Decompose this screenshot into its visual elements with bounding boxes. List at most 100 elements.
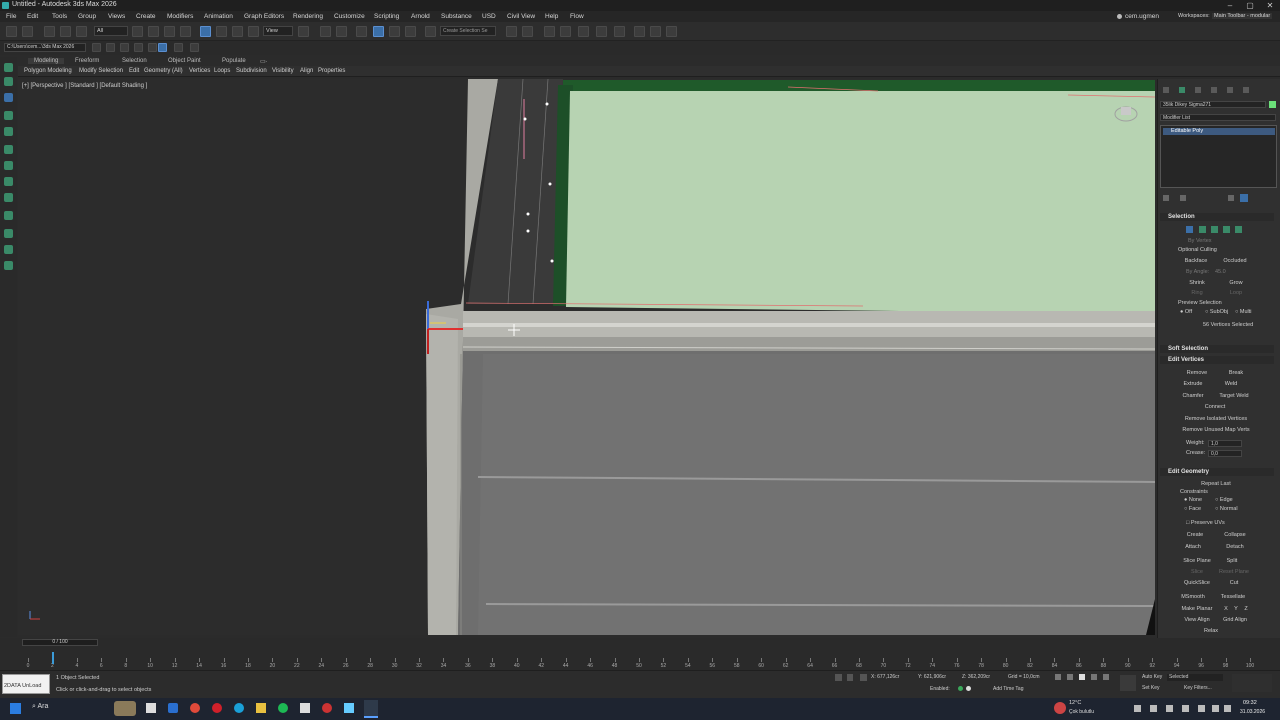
opera-icon[interactable]	[212, 703, 222, 713]
maximize-icon[interactable]: ▢	[1240, 0, 1260, 11]
rollout-selection[interactable]: Selection	[1160, 213, 1274, 221]
ribbon-polygon-modeling[interactable]: Polygon Modeling	[24, 68, 72, 74]
ribbon-geometry-all[interactable]: Geometry (All)	[144, 68, 183, 74]
absolute-mode-icon[interactable]	[860, 674, 867, 681]
slice-button[interactable]: Slice	[1180, 568, 1214, 576]
ribbon-loops[interactable]: Loops	[214, 68, 230, 74]
msmooth-button[interactable]: MSmooth	[1176, 593, 1210, 601]
freeze-icon[interactable]	[4, 145, 13, 154]
ring-button[interactable]: Ring	[1180, 289, 1214, 297]
element-mode-icon[interactable]	[1235, 226, 1242, 233]
create-button[interactable]: Create	[1178, 531, 1212, 539]
configure-sets-icon[interactable]	[1240, 194, 1248, 202]
menu-scripting[interactable]: Scripting	[374, 13, 399, 20]
track-bar[interactable]: 0 2 4 6 8 10 12 14 16 18 20 22 24 26 28 30 32 34 36 38 40 42 4…	[27, 646, 1254, 669]
weld-button[interactable]: Weld	[1214, 380, 1248, 388]
project-template-icon[interactable]	[148, 43, 157, 52]
widget-icon[interactable]	[114, 701, 136, 716]
backface-button[interactable]: Backface	[1178, 257, 1214, 265]
menu-customize[interactable]: Customize	[334, 13, 365, 20]
clock-date[interactable]: 31.03.2026	[1240, 709, 1265, 715]
ribbon-properties[interactable]: Properties	[318, 68, 345, 74]
tessellate-button[interactable]: Tessellate	[1214, 593, 1252, 601]
pin-stack-icon[interactable]	[1163, 195, 1169, 201]
preserve-uvs-checkbox[interactable]: □ Preserve UVs	[1186, 520, 1225, 526]
modifier-list-dropdown[interactable]: Modifier List	[1160, 114, 1276, 121]
material-editor-icon[interactable]	[634, 26, 645, 37]
crease-spinner[interactable]: 0,0	[1208, 450, 1242, 457]
redo-icon[interactable]	[22, 26, 33, 37]
ribbon-options-icon[interactable]: ▭·	[260, 58, 268, 65]
loop-button[interactable]: Loop	[1219, 289, 1253, 297]
select-by-name-icon[interactable]	[148, 26, 159, 37]
ribbon-visibility[interactable]: Visibility	[272, 68, 294, 74]
tab-freeform[interactable]: Freeform	[75, 58, 99, 64]
store-icon[interactable]	[168, 703, 178, 713]
occluded-button[interactable]: Occluded	[1217, 257, 1253, 265]
render-icon[interactable]	[666, 26, 677, 37]
constraint-none-radio[interactable]: ● None	[1184, 497, 1202, 503]
app-icon-2[interactable]	[322, 703, 332, 713]
pivot-center-icon[interactable]	[298, 26, 309, 37]
remove-modifier-icon[interactable]	[1228, 195, 1234, 201]
project-settings-icon[interactable]	[134, 43, 143, 52]
timeline[interactable]: 0 / 100 0 2 4 6 8 10 12 14 16 18 20 22 24 26 28 30 32 34 3…	[0, 638, 1280, 670]
task-view-icon[interactable]	[146, 703, 156, 713]
rollout-soft-selection[interactable]: Soft Selection	[1160, 345, 1274, 353]
menu-rendering[interactable]: Rendering	[293, 13, 323, 20]
planar-y-button[interactable]: Y	[1231, 605, 1241, 613]
hierarchy-tab-icon[interactable]	[1195, 87, 1201, 93]
target-weld-button[interactable]: Target Weld	[1214, 392, 1254, 400]
volume-icon[interactable]	[1212, 705, 1219, 712]
set-key-icon[interactable]	[1120, 675, 1136, 691]
make-planar-button[interactable]: Make Planar	[1178, 605, 1216, 613]
viewport-perspective[interactable]	[18, 79, 1155, 635]
grid-align-button[interactable]: Grid Align	[1217, 616, 1253, 624]
create-tab-icon[interactable]	[1163, 87, 1169, 93]
planar-z-button[interactable]: Z	[1241, 605, 1251, 613]
menu-substance[interactable]: Substance	[441, 13, 472, 20]
keyboard-shortcut-icon[interactable]	[336, 26, 347, 37]
edge-icon[interactable]	[234, 703, 244, 713]
grow-button[interactable]: Grow	[1219, 279, 1253, 287]
preview-subobj-radio[interactable]: ○ SubObj	[1205, 309, 1228, 315]
ribbon-vertices[interactable]: Vertices	[189, 68, 210, 74]
snaps-toggle-icon[interactable]	[356, 26, 367, 37]
ref-coord-dropdown[interactable]: View	[263, 26, 293, 36]
layer-explorer-icon[interactable]	[560, 26, 571, 37]
show-end-result-icon[interactable]	[1180, 195, 1186, 201]
coord-z[interactable]: Z: 362,209cr	[962, 674, 990, 680]
split-button[interactable]: Split	[1217, 557, 1247, 565]
chrome-icon[interactable]	[190, 703, 200, 713]
menu-tools[interactable]: Tools	[52, 13, 67, 20]
undo-icon[interactable]	[6, 26, 17, 37]
menu-create[interactable]: Create	[136, 13, 156, 20]
sync-icon[interactable]	[190, 43, 199, 52]
percent-snap-icon[interactable]	[389, 26, 400, 37]
angle-value[interactable]: 45.0	[1215, 269, 1226, 275]
close-icon[interactable]: ✕	[1260, 0, 1280, 11]
project-path[interactable]: C:\Users\cem...\3ds Max 2026	[4, 43, 86, 52]
link-icon[interactable]	[44, 26, 55, 37]
minimize-icon[interactable]: –	[1220, 0, 1240, 11]
edge-mode-icon[interactable]	[1199, 226, 1206, 233]
utilities-tab-icon[interactable]	[1243, 87, 1249, 93]
selected-set-dropdown[interactable]: Selected	[1167, 674, 1223, 681]
tab-modeling[interactable]: Modeling	[28, 58, 65, 64]
polygon-mode-icon[interactable]	[1223, 226, 1230, 233]
hide-icon[interactable]	[4, 161, 13, 170]
scene-explorer-icon[interactable]	[4, 63, 13, 72]
select-object-icon[interactable]	[132, 26, 143, 37]
menu-graph-editors[interactable]: Graph Editors	[244, 13, 284, 20]
remove-isolated-vertices-button[interactable]: Remove Isolated Vertices	[1180, 415, 1252, 423]
attach-button[interactable]: Attach	[1176, 543, 1210, 551]
menu-help[interactable]: Help	[545, 13, 558, 20]
object-name-field[interactable]: 35lik Dikey Sigma271	[1160, 101, 1266, 108]
settings-icon[interactable]	[4, 261, 13, 270]
select-rotate-icon[interactable]	[216, 26, 227, 37]
go-to-end-icon[interactable]	[1103, 674, 1109, 680]
constraint-normal-radio[interactable]: ○ Normal	[1215, 506, 1238, 512]
tray-chevron-icon[interactable]	[1134, 705, 1141, 712]
menu-views[interactable]: Views	[108, 13, 125, 20]
set-key-button[interactable]: Set Key	[1142, 685, 1160, 691]
